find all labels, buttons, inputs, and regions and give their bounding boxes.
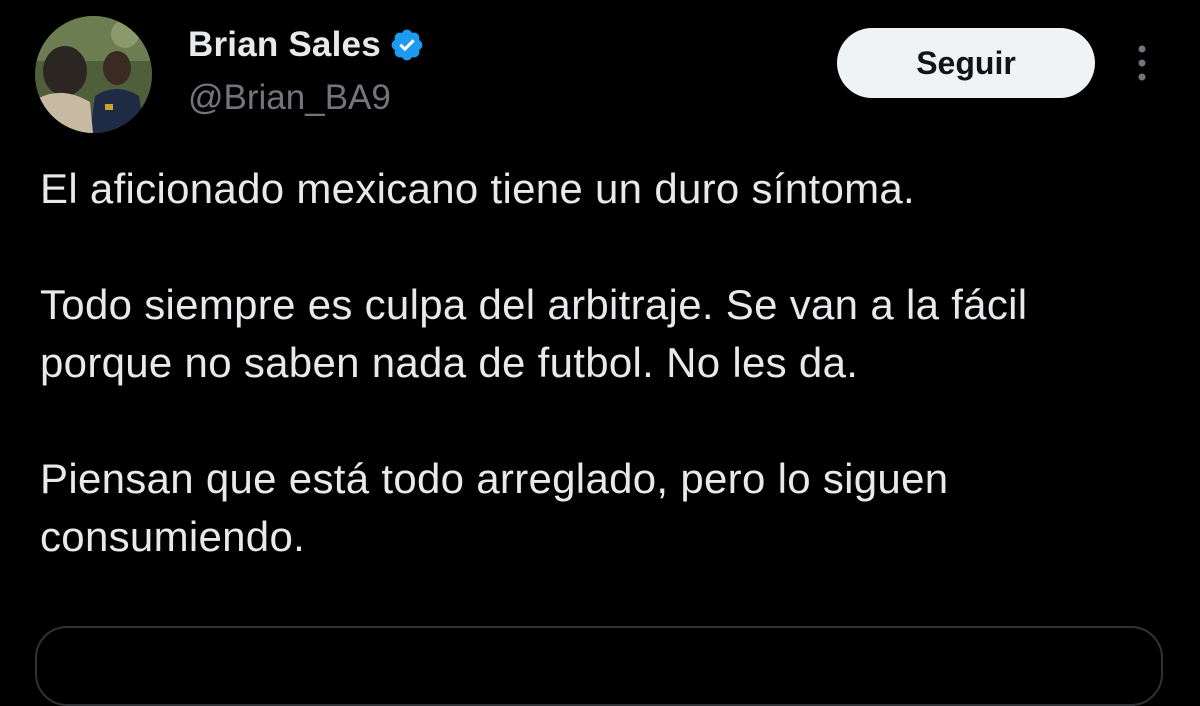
tweet-paragraph: El aficionado mexicano tiene un duro sín…: [40, 165, 916, 212]
avatar-photo: [35, 16, 152, 133]
verified-badge-icon: [389, 27, 425, 63]
tweet-paragraph: Todo siempre es culpa del arbitraje. Se …: [40, 281, 1028, 386]
avatar[interactable]: [35, 16, 152, 133]
display-name[interactable]: Brian Sales: [188, 25, 381, 65]
tweet: Brian Sales @Brian_BA9 Seguir El aficion…: [0, 0, 1200, 706]
author-block: Brian Sales @Brian_BA9: [188, 22, 425, 118]
tweet-text: El aficionado mexicano tiene un duro sín…: [40, 160, 1160, 566]
user-handle[interactable]: @Brian_BA9: [188, 78, 425, 118]
follow-button[interactable]: Seguir: [837, 28, 1095, 98]
tweet-paragraph: Piensan que está todo arreglado, pero lo…: [40, 455, 949, 560]
name-row: Brian Sales: [188, 22, 425, 68]
link-card[interactable]: [35, 626, 1163, 706]
more-vertical-icon[interactable]: [1122, 40, 1162, 86]
